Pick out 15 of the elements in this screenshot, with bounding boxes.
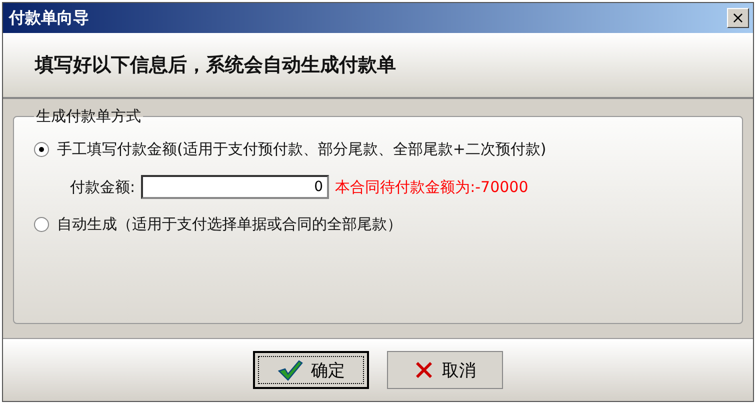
- close-icon: [414, 360, 434, 380]
- radio-option[interactable]: 自动生成（适用于支付选择单据或合同的全部尾款）: [34, 215, 722, 234]
- checkmark-icon: [277, 359, 303, 381]
- radio-option[interactable]: 手工填写付款金额(适用于支付预付款、部分尾款、全部尾款+二次预付款): [34, 140, 722, 159]
- close-button[interactable]: ×: [727, 8, 749, 28]
- pending-amount-note: 本合同待付款金额为:-70000: [335, 178, 528, 196]
- amount-field[interactable]: 0: [141, 175, 330, 199]
- group-title: 生成付款单方式: [35, 107, 142, 126]
- window-title: 付款单向导: [9, 8, 89, 28]
- radio-button[interactable]: [34, 217, 49, 232]
- cancel-button[interactable]: 取消: [387, 351, 503, 389]
- radio-button[interactable]: [34, 142, 49, 157]
- header-text: 填写好以下信息后，系统会自动生成付款单: [35, 53, 396, 78]
- confirm-button[interactable]: 确定: [253, 351, 369, 389]
- amount-label: 付款金额:: [70, 178, 136, 196]
